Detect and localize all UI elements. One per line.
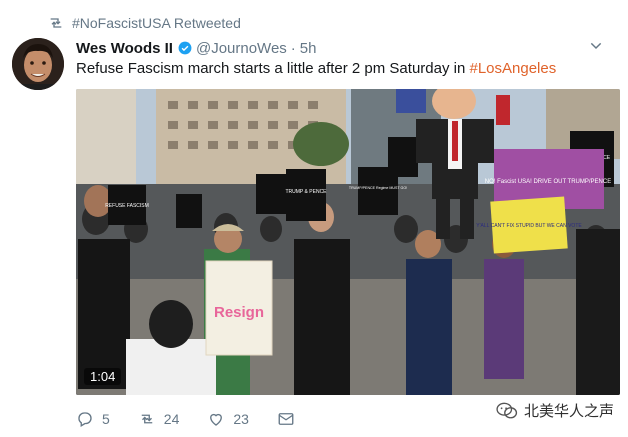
sign-trump <box>286 169 326 221</box>
retweet-count: 24 <box>163 411 180 427</box>
svg-text:REFUSE FASCISM: REFUSE FASCISM <box>105 203 149 209</box>
avatar[interactable] <box>12 38 64 90</box>
author-name[interactable]: Wes Woods II <box>76 40 173 57</box>
tweet-timestamp[interactable]: 5h <box>300 40 317 57</box>
separator-dot: · <box>290 39 296 57</box>
avatar-image <box>12 38 64 90</box>
like-count: 23 <box>233 411 249 427</box>
video-duration: 1:04 <box>84 368 122 385</box>
retweet-action-icon <box>141 414 153 424</box>
envelope-icon <box>278 413 294 425</box>
reply-button[interactable]: 5 <box>76 410 110 428</box>
watermark: 北美华人之声 <box>496 400 614 421</box>
tweet-header: Wes Woods II @JournoWes · 5h <box>76 38 610 58</box>
retweet-button[interactable]: 24 <box>138 410 180 428</box>
building-left <box>76 89 136 199</box>
svg-text:Resign: Resign <box>214 304 264 321</box>
chevron-down-icon[interactable] <box>588 38 604 54</box>
video-frame: REFUSE FASCISM TRUMP & PENCE TRUMP/PENCE… <box>76 89 620 395</box>
like-button[interactable]: 23 <box>207 410 249 428</box>
svg-text:NO! Fascist USA! DRIVE OUT TRU: NO! Fascist USA! DRIVE OUT TRUMP/PENCE <box>485 179 611 185</box>
wechat-logo-icon <box>496 402 518 418</box>
verified-badge-icon <box>178 41 192 55</box>
retweet-icon <box>50 18 62 28</box>
svg-text:TRUMP/PENCE Regime MUST GO!: TRUMP/PENCE Regime MUST GO! <box>349 186 407 190</box>
tweet-actions: 5 24 23 <box>76 408 331 430</box>
tweet-text: Refuse Fascism march starts a little aft… <box>76 60 556 77</box>
svg-text:Y'ALL CAN'T FIX STUPID BUT WE: Y'ALL CAN'T FIX STUPID BUT WE CAN VOTE <box>476 223 582 229</box>
retweet-context[interactable]: #NoFascistUSA Retweeted <box>48 14 241 32</box>
direct-message-button[interactable] <box>277 410 303 428</box>
reply-count: 5 <box>102 411 110 427</box>
author-handle[interactable]: @JournoWes <box>196 40 287 57</box>
hashtag-link[interactable]: #LosAngeles <box>469 60 556 77</box>
svg-text:TRUMP & PENCE: TRUMP & PENCE <box>285 189 327 195</box>
reply-icon <box>78 412 92 427</box>
retweet-label[interactable]: #NoFascistUSA Retweeted <box>72 15 241 31</box>
heart-icon <box>210 413 223 426</box>
video-player[interactable]: REFUSE FASCISM TRUMP & PENCE TRUMP/PENCE… <box>76 89 620 395</box>
tweet-body: Refuse Fascism march starts a little aft… <box>76 60 470 77</box>
watermark-label: 北美华人之声 <box>523 403 614 420</box>
